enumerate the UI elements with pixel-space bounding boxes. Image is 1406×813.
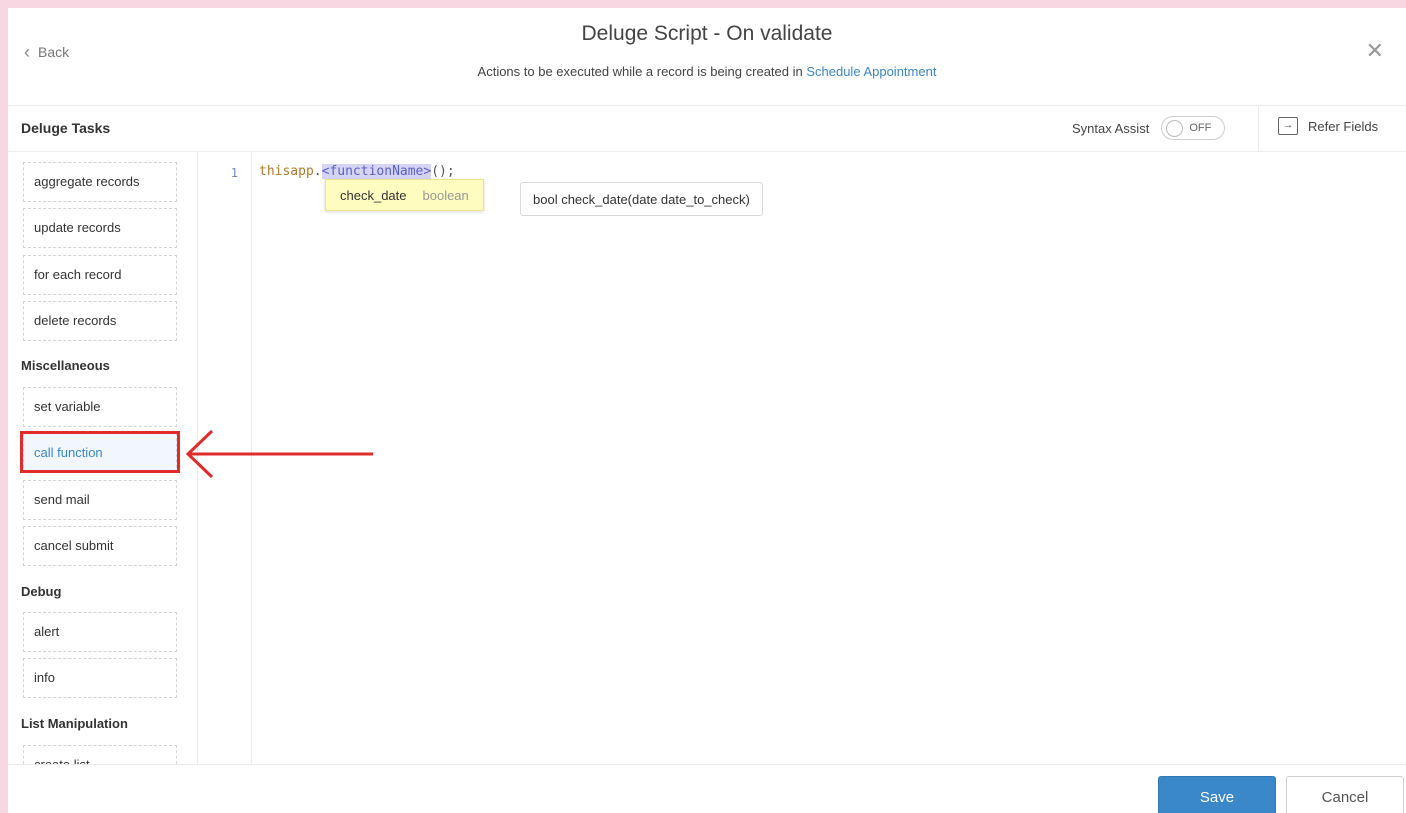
task-for-each-record[interactable]: for each record	[23, 255, 177, 295]
close-icon[interactable]: ✕	[1366, 38, 1384, 64]
dialog-footer: Save Cancel	[8, 764, 1406, 813]
task-aggregate-records[interactable]: aggregate records	[23, 162, 177, 202]
line-number: 1	[230, 166, 238, 180]
subtitle-text: Actions to be executed while a record is…	[477, 64, 807, 79]
section-list-manipulation: List Manipulation	[21, 716, 128, 731]
deluge-script-dialog: ‹ Back Deluge Script - On validate Actio…	[8, 8, 1406, 813]
deluge-tasks-sidebar[interactable]: aggregate records update records for eac…	[8, 152, 198, 764]
cancel-button[interactable]: Cancel	[1286, 776, 1404, 813]
code-editor[interactable]: thisapp.<functionName>(); check_date boo…	[252, 152, 1406, 764]
line-number-gutter: 1	[198, 152, 252, 764]
code-placeholder: <functionName>	[321, 164, 432, 179]
autocomplete-suggestion[interactable]: check_date boolean	[325, 179, 484, 211]
dialog-subtitle: Actions to be executed while a record is…	[8, 64, 1406, 79]
toggle-state: OFF	[1189, 122, 1212, 134]
syntax-assist-label: Syntax Assist	[1072, 120, 1150, 136]
task-alert[interactable]: alert	[23, 612, 177, 652]
function-signature-tooltip: bool check_date(date date_to_check)	[520, 182, 763, 216]
suggestion-type: boolean	[422, 187, 469, 203]
refer-fields-icon: →	[1278, 117, 1298, 135]
task-update-records[interactable]: update records	[23, 208, 177, 248]
task-send-mail[interactable]: send mail	[23, 480, 177, 520]
task-delete-records[interactable]: delete records	[23, 301, 177, 341]
code-suffix: ();	[431, 164, 455, 179]
task-cancel-submit[interactable]: cancel submit	[23, 526, 177, 566]
code-object: thisapp	[259, 164, 314, 179]
toolbar-divider	[1258, 106, 1259, 152]
suggestion-name: check_date	[340, 187, 407, 203]
back-button[interactable]: ‹ Back	[24, 42, 70, 62]
editor-toolbar: Deluge Tasks Syntax Assist OFF → Refer F…	[8, 106, 1406, 152]
toggle-knob	[1166, 119, 1184, 137]
task-call-function[interactable]: call function	[23, 433, 177, 473]
task-info[interactable]: info	[23, 658, 177, 698]
dialog-title: Deluge Script - On validate	[581, 22, 833, 45]
section-debug: Debug	[21, 584, 62, 599]
task-create-list[interactable]: create list	[23, 745, 177, 764]
code-line[interactable]: thisapp.<functionName>();	[259, 164, 455, 179]
section-miscellaneous: Miscellaneous	[21, 358, 110, 373]
refer-fields-label: Refer Fields	[1308, 118, 1379, 134]
dialog-header: ‹ Back Deluge Script - On validate Actio…	[8, 8, 1406, 106]
save-button[interactable]: Save	[1158, 776, 1276, 813]
code-dot: .	[313, 164, 322, 179]
back-label: Back	[38, 44, 70, 60]
syntax-assist: Syntax Assist OFF	[1072, 116, 1226, 140]
task-set-variable[interactable]: set variable	[23, 387, 177, 427]
form-link[interactable]: Schedule Appointment	[806, 64, 936, 79]
syntax-assist-toggle[interactable]: OFF	[1161, 116, 1226, 140]
chevron-left-icon: ‹	[24, 42, 30, 62]
refer-fields-button[interactable]: → Refer Fields	[1278, 117, 1378, 135]
deluge-tasks-title: Deluge Tasks	[21, 120, 111, 136]
